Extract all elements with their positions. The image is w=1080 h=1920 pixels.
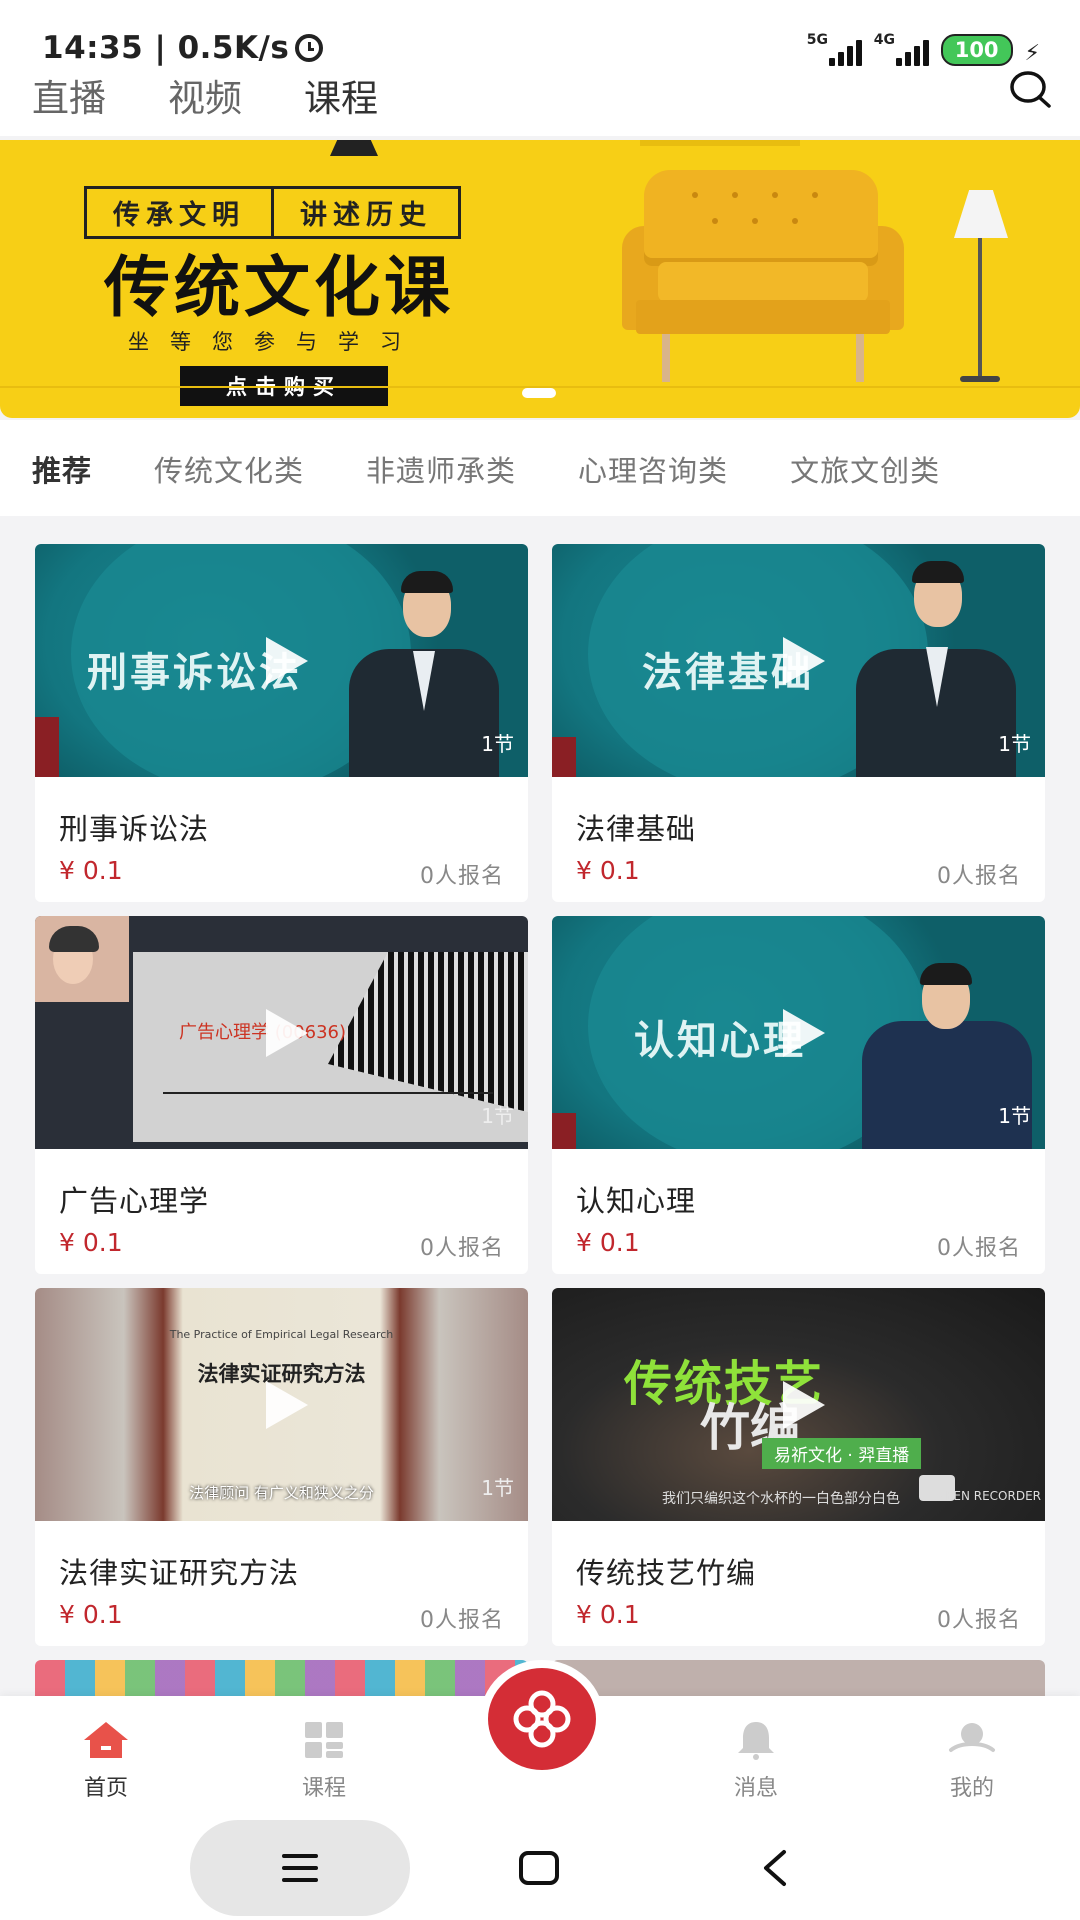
play-icon[interactable] (265, 1008, 308, 1057)
course-title: 传统技艺竹编 (576, 1556, 757, 1590)
course-price: ¥ 0.1 (59, 1600, 123, 1629)
play-icon[interactable] (265, 636, 308, 685)
home-square-icon[interactable] (518, 1850, 560, 1886)
course-card[interactable]: 认知心理 1节 认知心理 ¥ 0.1 0人报名 (552, 916, 1045, 1274)
course-card-partial[interactable] (552, 1660, 1045, 1700)
home-icon (84, 1722, 128, 1758)
knot-logo-icon (513, 1690, 571, 1748)
course-card-partial[interactable] (35, 1660, 528, 1700)
status-time: 14:35 | 0.5K/s (42, 30, 324, 66)
promo-banner[interactable]: 传承文明 讲述历史 传统文化课 坐等您参与学习 点击购买 (0, 140, 1080, 418)
course-title: 广告心理学 (59, 1184, 210, 1218)
course-title: 法律基础 (576, 812, 697, 846)
center-action-button[interactable] (488, 1668, 596, 1770)
section-count: 1节 (481, 1476, 514, 1500)
nav-home[interactable]: 首页 (46, 1720, 166, 1802)
lamp-decoration (330, 140, 378, 156)
course-thumbnail[interactable]: 刑事诉讼法 1节 (35, 544, 528, 777)
category-intangible-heritage[interactable]: 非遗师承类 (366, 448, 516, 490)
course-price: ¥ 0.1 (59, 1228, 123, 1257)
section-count: 1节 (481, 732, 514, 756)
menu-icon[interactable] (280, 1852, 320, 1884)
enroll-count: 0人报名 (937, 864, 1021, 889)
section-count: 1节 (481, 1104, 514, 1128)
play-icon[interactable] (782, 1380, 825, 1429)
banner-tagline: 传承文明 讲述历史 (84, 186, 461, 239)
grid-icon (305, 1722, 343, 1758)
course-thumbnail[interactable]: 传统技艺 竹编 易祈文化 · 羿直播 我们只编织这个水杯的一白色部分白色 SCR… (552, 1288, 1045, 1521)
course-title: 认知心理 (576, 1184, 697, 1218)
banner-headline: 传统文化课 (104, 248, 454, 326)
lecturer-image (848, 561, 1018, 777)
nav-profile[interactable]: 我的 (912, 1720, 1032, 1802)
course-card[interactable]: 法律基础 1节 法律基础 ¥ 0.1 0人报名 (552, 544, 1045, 902)
presenter-image (35, 916, 129, 1002)
nav-messages[interactable]: 消息 (696, 1720, 816, 1802)
play-icon[interactable] (782, 636, 825, 685)
course-price: ¥ 0.1 (576, 856, 640, 885)
course-card[interactable]: 刑事诉讼法 1节 刑事诉讼法 ¥ 0.1 0人报名 (35, 544, 528, 902)
carousel-indicator[interactable] (522, 388, 556, 398)
course-card[interactable]: 传统技艺 竹编 易祈文化 · 羿直播 我们只编织这个水杯的一白色部分白色 SCR… (552, 1288, 1045, 1646)
top-bar: 14:35 | 0.5K/s 5G 4G 100 ⚡ 直播 视频 课程 (0, 0, 1080, 146)
battery-indicator: 100 (940, 34, 1013, 66)
tab-live[interactable]: 直播 (32, 68, 106, 122)
course-thumbnail[interactable]: The Practice of Empirical Legal Research… (35, 1288, 528, 1521)
top-tabs: 直播 视频 课程 (32, 68, 378, 146)
nav-course[interactable]: 课程 (264, 1720, 384, 1802)
course-thumbnail[interactable]: 广告心理学 (00636) 1节 (35, 916, 528, 1149)
course-title: 法律实证研究方法 (59, 1556, 300, 1590)
course-thumbnail[interactable]: 认知心理 1节 (552, 916, 1045, 1149)
section-count: 1节 (998, 1104, 1031, 1128)
play-icon[interactable] (782, 1008, 825, 1057)
category-cultural-tourism[interactable]: 文旅文创类 (790, 448, 940, 490)
course-title: 刑事诉讼法 (59, 812, 210, 846)
signal-5g-icon: 5G (807, 32, 862, 66)
search-icon[interactable] (1008, 68, 1052, 112)
tab-course[interactable]: 课程 (304, 68, 378, 146)
signal-4g-icon: 4G (874, 32, 929, 66)
course-card[interactable]: The Practice of Empirical Legal Research… (35, 1288, 528, 1646)
profile-icon (949, 1723, 995, 1752)
enroll-count: 0人报名 (420, 1236, 504, 1261)
sofa-image (622, 170, 904, 400)
system-nav-bar (0, 1806, 1080, 1920)
banner-subline: 坐等您参与学习 (128, 330, 422, 354)
back-icon[interactable] (760, 1848, 790, 1888)
category-psychology[interactable]: 心理咨询类 (578, 448, 728, 490)
status-indicators: 5G 4G 100 ⚡ (807, 32, 1040, 66)
play-icon[interactable] (265, 1380, 308, 1429)
category-bar: 推荐 传统文化类 非遗师承类 心理咨询类 文旅文创类 (0, 420, 1080, 516)
enroll-count: 0人报名 (937, 1236, 1021, 1261)
section-count: 1节 (998, 732, 1031, 756)
charging-icon: ⚡ (1024, 41, 1040, 66)
course-thumbnail[interactable]: 法律基础 1节 (552, 544, 1045, 777)
course-price: ¥ 0.1 (59, 856, 123, 885)
category-recommend[interactable]: 推荐 (32, 448, 92, 490)
bell-icon (738, 1722, 774, 1760)
tab-video[interactable]: 视频 (168, 68, 242, 122)
enroll-count: 0人报名 (420, 1608, 504, 1633)
enroll-count: 0人报名 (420, 864, 504, 889)
course-price: ¥ 0.1 (576, 1600, 640, 1629)
course-grid: 刑事诉讼法 1节 刑事诉讼法 ¥ 0.1 0人报名 法律基础 1节 法律基础 ¥… (35, 544, 1045, 1700)
alarm-icon (295, 34, 324, 62)
course-card[interactable]: 广告心理学 (00636) 1节 广告心理学 ¥ 0.1 0人报名 (35, 916, 528, 1274)
course-price: ¥ 0.1 (576, 1228, 640, 1257)
category-traditional-culture[interactable]: 传统文化类 (154, 448, 304, 490)
enroll-count: 0人报名 (937, 1608, 1021, 1633)
floor-lamp-image (944, 190, 1014, 390)
